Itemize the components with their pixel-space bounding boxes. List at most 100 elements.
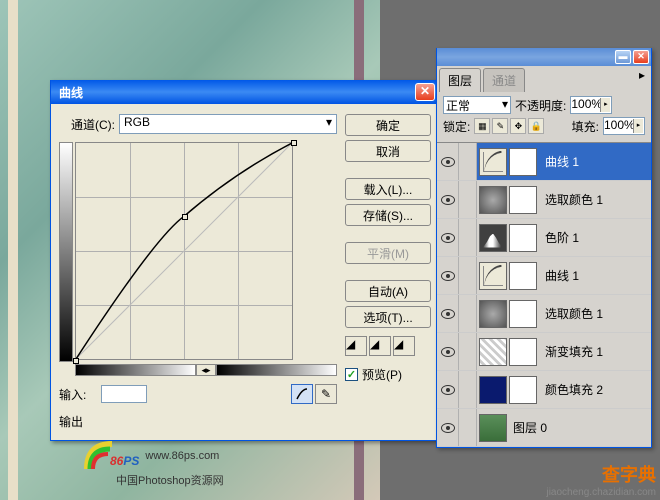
input-field[interactable]: [101, 385, 147, 403]
lock-position-icon[interactable]: ✥: [510, 118, 526, 134]
eyedropper-black-icon[interactable]: ◢: [345, 336, 367, 356]
minimize-icon[interactable]: ▬: [615, 50, 631, 64]
layer-mask-thumbnail[interactable]: [509, 376, 537, 404]
layer-thumbnail[interactable]: [479, 148, 507, 176]
visibility-toggle[interactable]: [437, 295, 459, 332]
opacity-input[interactable]: 100%▸: [570, 96, 612, 114]
link-column[interactable]: [459, 143, 477, 180]
layer-row[interactable]: 曲线 1: [437, 257, 651, 295]
eye-icon: [441, 423, 455, 433]
panel-titlebar[interactable]: ▬ ✕: [437, 48, 651, 66]
layer-name: 色阶 1: [541, 229, 651, 246]
link-column[interactable]: [459, 181, 477, 218]
visibility-toggle[interactable]: [437, 409, 459, 446]
layer-name: 曲线 1: [541, 267, 651, 284]
preview-checkbox[interactable]: ✓: [345, 368, 358, 381]
lock-all-icon[interactable]: 🔒: [528, 118, 544, 134]
input-label: 输入:: [59, 386, 97, 403]
link-column[interactable]: [459, 219, 477, 256]
watermark-subtitle: 中国Photoshop资源网: [116, 472, 224, 488]
panel-menu-icon[interactable]: ▸: [635, 68, 649, 92]
layer-mask-thumbnail[interactable]: [509, 338, 537, 366]
vertical-gradient: [59, 142, 73, 362]
channel-label: 通道(C):: [59, 116, 115, 133]
link-column[interactable]: [459, 333, 477, 370]
layer-mask-thumbnail[interactable]: [509, 186, 537, 214]
curve-tool-icon[interactable]: [291, 384, 313, 404]
pencil-tool-icon[interactable]: ✎: [315, 384, 337, 404]
lock-label: 锁定:: [443, 118, 470, 135]
layer-mask-thumbnail[interactable]: [509, 224, 537, 252]
cancel-button[interactable]: 取消: [345, 140, 431, 162]
eyedropper-white-icon[interactable]: ◢: [393, 336, 415, 356]
layer-thumbnail[interactable]: [479, 186, 507, 214]
layer-thumbnail[interactable]: [479, 262, 507, 290]
layer-thumbnail[interactable]: [479, 414, 507, 442]
auto-button[interactable]: 自动(A): [345, 280, 431, 302]
fill-label: 填充:: [572, 118, 599, 135]
layer-name: 选取颜色 1: [541, 191, 651, 208]
eyedropper-gray-icon[interactable]: ◢: [369, 336, 391, 356]
link-column[interactable]: [459, 257, 477, 294]
curve-point[interactable]: [182, 214, 188, 220]
lock-transparency-icon[interactable]: ▦: [474, 118, 490, 134]
eye-icon: [441, 347, 455, 357]
layer-name: 图层 0: [509, 419, 651, 436]
ok-button[interactable]: 确定: [345, 114, 431, 136]
layer-thumbnail[interactable]: [479, 224, 507, 252]
options-button[interactable]: 选项(T)...: [345, 306, 431, 328]
dialog-title: 曲线: [55, 84, 415, 101]
layer-name: 曲线 1: [541, 153, 651, 170]
horizontal-gradient-left: [75, 364, 196, 376]
tab-layers[interactable]: 图层: [439, 68, 481, 92]
layer-row[interactable]: 选取颜色 1: [437, 295, 651, 333]
load-button[interactable]: 载入(L)...: [345, 178, 431, 200]
opacity-label: 不透明度:: [515, 97, 566, 114]
visibility-toggle[interactable]: [437, 219, 459, 256]
visibility-toggle[interactable]: [437, 257, 459, 294]
eye-icon: [441, 195, 455, 205]
curve-path: [76, 143, 292, 359]
layer-mask-thumbnail[interactable]: [509, 262, 537, 290]
link-column[interactable]: [459, 371, 477, 408]
layer-mask-thumbnail[interactable]: [509, 300, 537, 328]
layer-row[interactable]: 选取颜色 1: [437, 181, 651, 219]
layer-row[interactable]: 曲线 1: [437, 143, 651, 181]
layer-row[interactable]: 渐变填充 1: [437, 333, 651, 371]
eye-icon: [441, 385, 455, 395]
lock-paint-icon[interactable]: ✎: [492, 118, 508, 134]
horizontal-gradient-right: [216, 364, 337, 376]
save-button[interactable]: 存储(S)...: [345, 204, 431, 226]
layer-thumbnail[interactable]: [479, 376, 507, 404]
gradient-swap-handle[interactable]: ◂▸: [196, 364, 216, 376]
curve-graph[interactable]: [75, 142, 293, 360]
link-column[interactable]: [459, 409, 477, 446]
dialog-titlebar[interactable]: 曲线 ✕: [51, 80, 439, 104]
close-icon[interactable]: ✕: [633, 50, 649, 64]
blend-mode-select[interactable]: 正常▾: [443, 96, 511, 114]
layer-mask-thumbnail[interactable]: [509, 148, 537, 176]
curve-point[interactable]: [291, 140, 297, 146]
site-watermark: 查字典 jiaocheng.chazidian.com: [546, 461, 656, 498]
layers-list: 曲线 1 选取颜色 1 色阶 1 曲线 1 选取颜色 1 渐变填充 1 颜色: [437, 143, 651, 447]
layer-row[interactable]: 颜色填充 2: [437, 371, 651, 409]
layer-row[interactable]: 图层 0: [437, 409, 651, 447]
visibility-toggle[interactable]: [437, 333, 459, 370]
eye-icon: [441, 157, 455, 167]
visibility-toggle[interactable]: [437, 181, 459, 218]
layer-thumbnail[interactable]: [479, 338, 507, 366]
layer-name: 颜色填充 2: [541, 381, 651, 398]
channel-select[interactable]: RGB ▾: [119, 114, 337, 134]
layer-row[interactable]: 色阶 1: [437, 219, 651, 257]
visibility-toggle[interactable]: [437, 371, 459, 408]
close-icon[interactable]: ✕: [415, 83, 435, 101]
visibility-toggle[interactable]: [437, 143, 459, 180]
eye-icon: [441, 271, 455, 281]
fill-input[interactable]: 100%▸: [603, 117, 645, 135]
layer-name: 选取颜色 1: [541, 305, 651, 322]
link-column[interactable]: [459, 295, 477, 332]
output-label: 输出: [59, 413, 97, 430]
layer-thumbnail[interactable]: [479, 300, 507, 328]
curve-point[interactable]: [73, 358, 79, 364]
tab-channels[interactable]: 通道: [483, 68, 525, 92]
